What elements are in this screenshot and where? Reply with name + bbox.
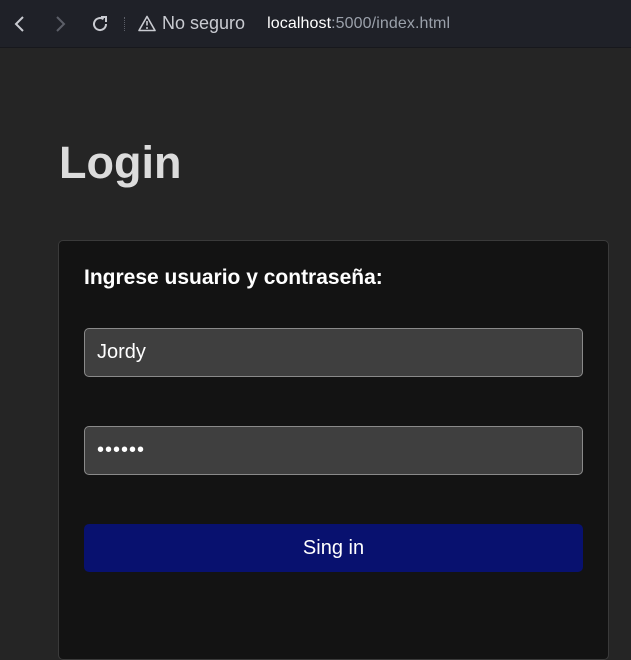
- browser-toolbar: No seguro localhost:5000/index.html: [0, 0, 631, 48]
- password-input[interactable]: [84, 426, 583, 475]
- login-card: Ingrese usuario y contraseña: Sing in: [58, 240, 609, 660]
- forward-button[interactable]: [40, 0, 80, 47]
- back-button[interactable]: [0, 0, 40, 47]
- page-content: Login Ingrese usuario y contraseña: Sing…: [0, 48, 631, 660]
- address-bar[interactable]: localhost:5000/index.html: [267, 15, 450, 33]
- back-arrow-icon: [14, 15, 24, 32]
- warning-icon: [138, 15, 156, 32]
- login-heading: Ingrese usuario y contraseña:: [84, 266, 383, 289]
- reload-button[interactable]: [80, 0, 120, 47]
- sign-in-button[interactable]: Sing in: [84, 524, 583, 572]
- url-path: :5000/index.html: [331, 14, 451, 32]
- forward-arrow-icon: [56, 15, 66, 32]
- username-input[interactable]: [84, 328, 583, 377]
- security-indicator[interactable]: No seguro: [138, 13, 245, 34]
- url-host: localhost: [267, 14, 332, 32]
- page-title: Login: [59, 137, 182, 188]
- security-label: No seguro: [162, 13, 246, 33]
- toolbar-separator: [124, 16, 126, 31]
- reload-icon: [93, 15, 108, 31]
